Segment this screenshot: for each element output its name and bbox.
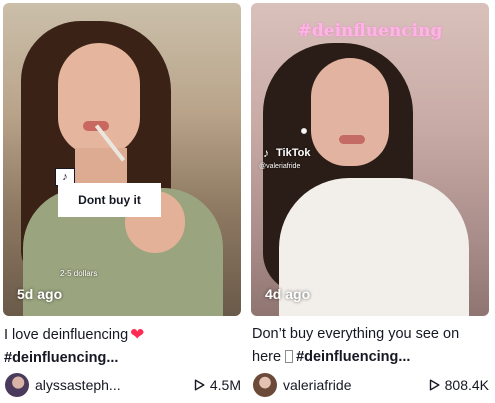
tiktok-note-icon: ♪ (263, 146, 269, 160)
caption-text-line2: here (252, 349, 282, 365)
caption-text: Don’t buy everything you see on (252, 326, 460, 342)
author-username[interactable]: valeriafride (283, 377, 429, 393)
view-count: 4.5M (194, 377, 241, 393)
thumbnail-scene (339, 135, 365, 144)
missing-emoji-icon (285, 350, 294, 363)
thumbnail-scene (301, 128, 307, 134)
tiktok-watermark: ♪ TikTok @valeriafride (259, 144, 310, 170)
video-overlay-hashtag: #deinfluencing (297, 21, 443, 41)
avatar[interactable] (253, 373, 277, 397)
video-card-2[interactable]: #deinfluencing ♪ TikTok @valeriafride 4d… (251, 3, 489, 401)
watermark-brand: TikTok (276, 147, 311, 159)
caption-hashtag[interactable]: #deinfluencing... (4, 350, 118, 366)
video-meta-2: valeriafride 808.4K (253, 372, 489, 398)
author-username[interactable]: alyssasteph... (35, 377, 194, 393)
video-thumbnail-2[interactable]: #deinfluencing ♪ TikTok @valeriafride 4d… (251, 3, 489, 316)
video-caption-2[interactable]: Don’t buy everything you see on here #de… (252, 323, 488, 369)
avatar[interactable] (5, 373, 29, 397)
caption-text: I love deinfluencing (4, 327, 129, 343)
video-caption-1[interactable]: I love deinfluencing ❤ #deinfluencing... (4, 323, 240, 370)
video-age: 5d ago (17, 286, 63, 302)
video-overlay-text: 2-5 dollars (60, 269, 98, 278)
video-age: 4d ago (265, 286, 311, 302)
caption-hashtag[interactable]: #deinfluencing... (296, 349, 410, 365)
video-meta-1: alyssasteph... 4.5M (5, 372, 241, 398)
play-icon (194, 379, 205, 391)
view-count-value: 808.4K (444, 377, 489, 393)
thumbnail-scene (58, 43, 140, 155)
video-sticker-text: Dont buy it (58, 183, 161, 217)
video-card-1[interactable]: ♪ Dont buy it 2-5 dollars 5d ago I love … (3, 3, 241, 401)
thumbnail-scene (311, 58, 389, 166)
red-heart-icon: ❤ (130, 325, 145, 344)
video-thumbnail-1[interactable]: ♪ Dont buy it 2-5 dollars 5d ago (3, 3, 241, 316)
watermark-username: @valeriafride (259, 163, 301, 170)
view-count-value: 4.5M (209, 377, 241, 393)
play-icon (429, 379, 440, 391)
view-count: 808.4K (429, 377, 489, 393)
